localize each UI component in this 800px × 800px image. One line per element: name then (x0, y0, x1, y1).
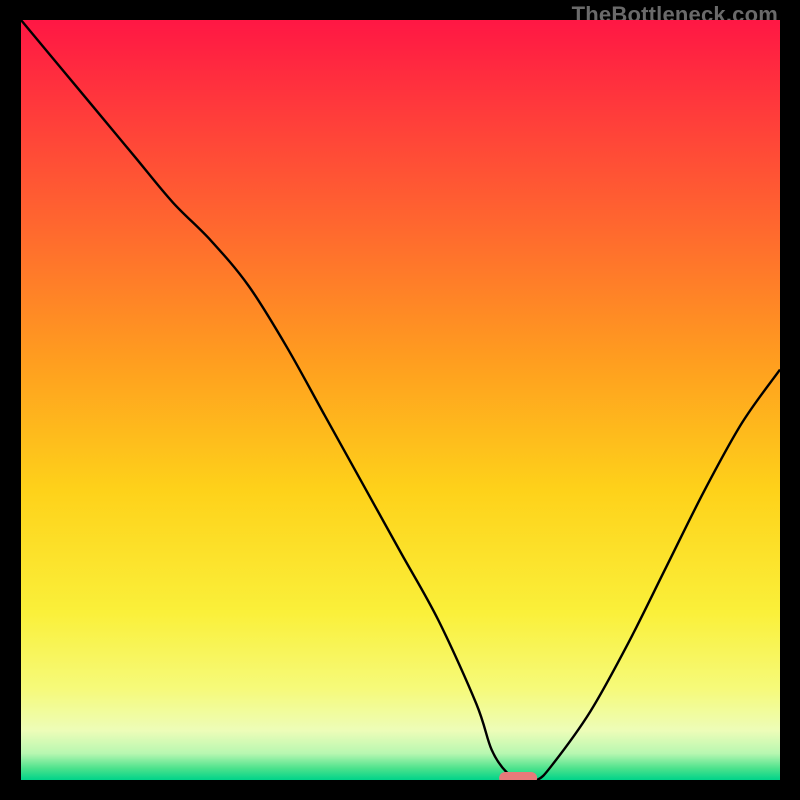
optimal-marker (499, 772, 537, 780)
bottleneck-chart (21, 20, 780, 780)
gradient-background (21, 20, 780, 780)
chart-frame: TheBottleneck.com (0, 0, 800, 800)
plot-area (21, 20, 780, 780)
